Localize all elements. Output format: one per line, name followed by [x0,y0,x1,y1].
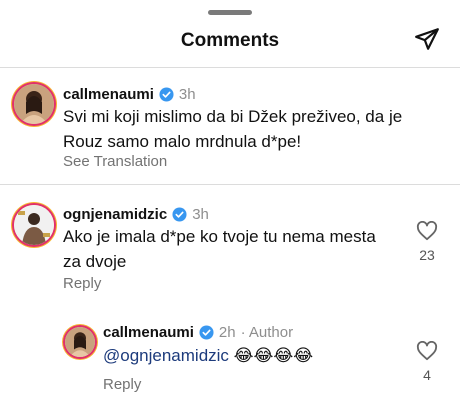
emoji-text: 😂😂😂😂 [233,346,314,365]
comment-username[interactable]: callmenaumi [103,324,194,341]
verified-badge-icon [172,207,187,222]
like-button[interactable]: 23 [416,221,438,263]
comment-time: 3h [178,86,196,103]
header-divider [0,67,460,68]
like-button[interactable]: 4 [416,341,438,383]
mention-link[interactable]: @ognjenamidzic [103,346,229,365]
reply-link[interactable]: Reply [63,275,101,292]
avatar[interactable] [14,84,54,124]
comment-time: 3h [192,206,209,223]
page-title: Comments [180,30,280,51]
comment-time: 2h [218,324,236,341]
comment-username[interactable]: ognjenamidzic [63,206,167,223]
heart-icon [416,341,438,361]
reply-link[interactable]: Reply [103,376,141,393]
paper-plane-icon[interactable] [414,26,440,52]
sheet-grabber[interactable] [208,10,252,15]
comment-username[interactable]: callmenaumi [63,86,154,103]
comment-text: @ognjenamidzic 😂😂😂😂 [103,343,403,368]
heart-icon [416,221,438,241]
like-count: 4 [423,367,431,383]
comment-text: Ako je imala d*pe ko tvoje tu nema mesta… [63,227,376,271]
avatar[interactable] [65,327,95,357]
comment-divider [0,184,460,185]
author-label: · Author [240,324,294,341]
verified-badge-icon [159,87,174,102]
comment-text: Svi mi koji mislimo da bi Džek preživeo,… [63,107,403,151]
like-count: 23 [419,247,435,263]
verified-badge-icon [199,325,214,340]
avatar[interactable] [14,205,54,245]
see-translation-link[interactable]: See Translation [63,153,167,170]
